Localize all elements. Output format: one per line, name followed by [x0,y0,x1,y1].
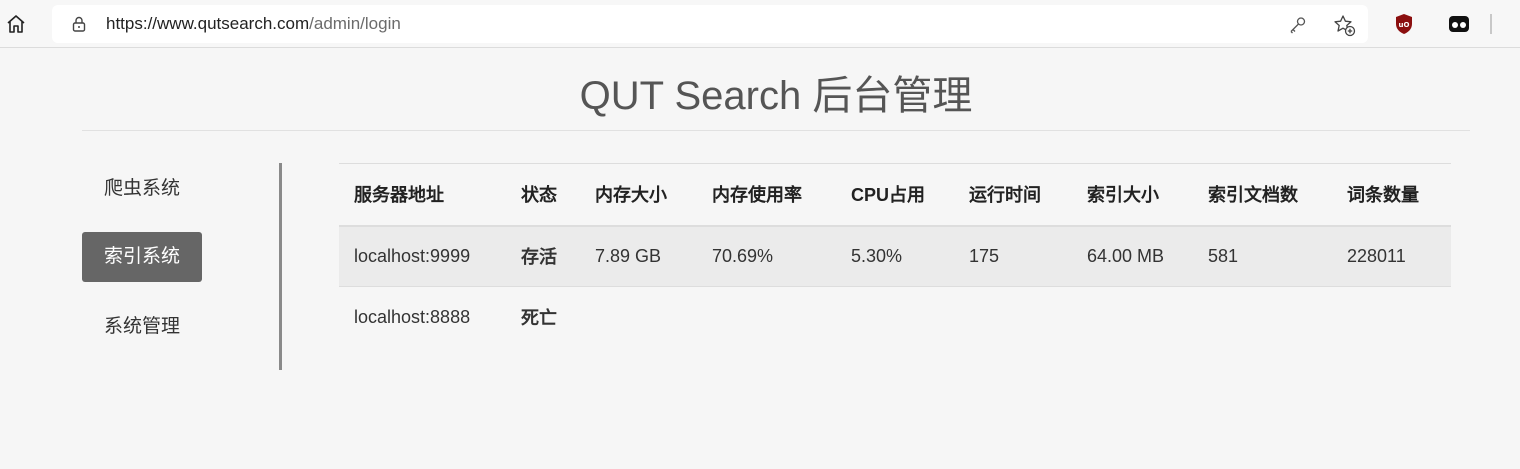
col-status: 状态 [506,163,580,227]
col-index-doc-count: 索引文档数 [1193,163,1332,227]
cell-memory-usage [697,287,836,348]
home-icon[interactable] [4,12,28,36]
cell-term-count: 228011 [1332,225,1451,287]
table-row: localhost:9999 存活 7.89 GB 70.69% 5.30% 1… [339,225,1451,287]
title-divider [82,130,1470,131]
cell-server-address: localhost:9999 [339,225,506,287]
browser-toolbar: https://www.qutsearch.com/admin/login uO [0,0,1520,48]
page-title: QUT Search 后台管理 [579,74,973,118]
cell-server-address: localhost:8888 [354,306,471,327]
cell-index-size [1072,287,1193,348]
cell-uptime [954,287,1072,348]
ublock-extension-icon[interactable]: uO [1394,13,1414,35]
col-memory-size: 内存大小 [580,163,697,227]
key-icon[interactable] [1288,15,1308,35]
cell-index-doc-count: 581 [1193,225,1332,287]
sidebar-nav: 爬虫系统 索引系统 系统管理 [82,163,282,370]
table-header-row: 服务器地址 状态 内存大小 内存使用率 CPU占用 运行时间 索引大小 索引文档… [339,163,1451,227]
col-memory-usage: 内存使用率 [697,163,836,227]
address-bar[interactable]: https://www.qutsearch.com/admin/login [52,5,1368,43]
cell-uptime: 175 [954,225,1072,287]
url-path: /admin/login [309,14,401,33]
lock-icon[interactable] [70,15,88,33]
cell-memory-size [580,287,697,348]
server-status-table: 服务器地址 状态 内存大小 内存使用率 CPU占用 运行时间 索引大小 索引文档… [339,163,1451,348]
col-server-address: 服务器地址 [339,163,506,227]
cell-cpu-usage: 5.30% [836,225,954,287]
url-host: https://www.qutsearch.com [106,14,310,33]
url-text[interactable]: https://www.qutsearch.com/admin/login [106,14,401,34]
col-term-count: 词条数量 [1332,163,1451,227]
col-cpu-usage: CPU占用 [836,163,954,227]
add-favorite-icon[interactable] [1332,13,1356,37]
status-badge: 存活 [506,225,580,287]
cell-memory-size: 7.89 GB [580,225,697,287]
col-index-size: 索引大小 [1072,163,1193,227]
col-uptime: 运行时间 [954,163,1072,227]
sidebar-item-crawler[interactable]: 爬虫系统 [82,164,202,214]
cell-index-doc-count [1193,287,1332,348]
status-badge: 死亡 [521,308,557,329]
sidebar-item-index[interactable]: 索引系统 [82,232,202,282]
table-row: localhost:8888 死亡 [339,287,1451,348]
cell-term-count [1332,287,1451,348]
cell-index-size: 64.00 MB [1072,225,1193,287]
cell-cpu-usage [836,287,954,348]
extension-mask-icon[interactable] [1448,14,1470,34]
sidebar-item-system[interactable]: 系统管理 [82,302,202,352]
cell-memory-usage: 70.69% [697,225,836,287]
svg-text:uO: uO [1399,21,1410,29]
toolbar-divider [1490,14,1492,34]
